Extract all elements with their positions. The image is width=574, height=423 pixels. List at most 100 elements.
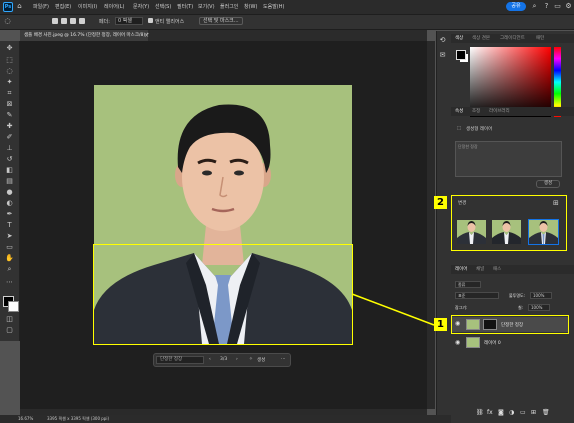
healing-brush-tool-icon[interactable]: ✚	[5, 122, 14, 131]
photoshop-logo: Ps	[3, 2, 13, 12]
tab-patterns[interactable]: 패턴	[536, 34, 544, 43]
feather-input[interactable]: 0 픽셀	[115, 17, 143, 25]
subtract-selection-icon[interactable]	[70, 18, 76, 24]
add-selection-icon[interactable]	[61, 18, 67, 24]
select-and-mask-button[interactable]: 선택 및 마스크...	[199, 17, 243, 25]
menu-edit[interactable]: 편집(E)	[55, 3, 71, 10]
lock-label: 잠그기:	[455, 305, 468, 310]
lasso-tool-icon[interactable]: ◌	[5, 67, 14, 76]
annotation-connector-line	[351, 293, 435, 326]
history-brush-tool-icon[interactable]: ↺	[5, 155, 14, 164]
search-icon[interactable]: ⌕	[531, 3, 538, 10]
tab-swatches[interactable]: 색상 견본	[472, 34, 490, 43]
background-color-swatch[interactable]	[8, 301, 19, 312]
more-tools-icon[interactable]: ⋯	[5, 278, 14, 287]
help-icon[interactable]: ?	[543, 3, 550, 10]
layer-name[interactable]: 레이어 0	[484, 340, 501, 346]
hand-tool-icon[interactable]: ✋	[5, 254, 14, 263]
clone-stamp-tool-icon[interactable]: ⊥	[5, 144, 14, 153]
menu-type[interactable]: 문자(Y)	[133, 3, 149, 10]
brush-tool-icon[interactable]: ✐	[5, 133, 14, 142]
menu-window[interactable]: 창(W)	[244, 3, 257, 10]
variation-page-indicator: 3/3	[220, 357, 228, 362]
document-info[interactable]: 3395 픽셀 x 3395 픽셀 (300 ppi)	[47, 415, 109, 423]
zoom-level[interactable]: 16.67%	[18, 415, 33, 423]
settings-icon[interactable]: ⚙	[565, 3, 572, 10]
object-select-tool-icon[interactable]: ✦	[5, 78, 14, 87]
document-tab[interactable]: 샘플 배경 사진.jpeg @ 16.7% (단정한 정장, 레이어 마스크/8…	[20, 30, 149, 41]
blend-mode-select[interactable]: 표준	[455, 292, 499, 299]
eyedropper-tool-icon[interactable]: ✎	[5, 111, 14, 120]
tab-adjustments[interactable]: 조정	[472, 107, 480, 116]
layers-panel-tabs	[451, 265, 574, 274]
vertical-scrollbar[interactable]	[427, 41, 435, 409]
menu-layer[interactable]: 레이어(L)	[104, 3, 125, 10]
screen-mode-icon[interactable]: ▢	[5, 326, 14, 335]
layer-type-label: 생성형 레이어	[466, 127, 493, 132]
intersect-selection-icon[interactable]	[79, 18, 85, 24]
add-mask-icon[interactable]: ◙	[498, 409, 504, 416]
share-button[interactable]: 공유	[506, 2, 526, 11]
pen-tool-icon[interactable]: ✒	[5, 210, 14, 219]
contextual-prompt-input[interactable]: 단정한 정장	[156, 356, 204, 364]
delete-layer-icon[interactable]: 🗑	[542, 409, 550, 416]
properties-generate-button[interactable]: 생성	[536, 180, 560, 188]
tab-paths[interactable]: 패스	[493, 265, 501, 274]
comments-panel-icon[interactable]: ✉	[439, 52, 446, 59]
menu-file[interactable]: 파일(F)	[33, 3, 49, 10]
home-icon[interactable]: ⌂	[16, 3, 23, 10]
quick-mask-icon[interactable]: ◫	[5, 315, 14, 324]
type-tool-icon[interactable]: T	[5, 221, 14, 230]
zoom-tool-icon[interactable]: ⌕	[5, 265, 14, 274]
more-options-icon[interactable]: ⋯	[281, 357, 286, 362]
tab-properties[interactable]: 속성	[455, 107, 463, 116]
menu-plugins[interactable]: 플러그인	[220, 3, 238, 10]
next-variation-icon[interactable]: ›	[236, 357, 238, 362]
menu-filter[interactable]: 필터(T)	[177, 3, 193, 10]
antialias-checkbox[interactable]	[148, 18, 153, 23]
rectangle-tool-icon[interactable]: ▭	[5, 243, 14, 252]
new-group-icon[interactable]: ▭	[520, 409, 526, 416]
blur-tool-icon[interactable]: ●	[5, 188, 14, 197]
opacity-label: 불투명도:	[509, 293, 526, 298]
workspace-icon[interactable]: ▭	[554, 3, 561, 10]
opacity-input[interactable]: 100%	[530, 292, 552, 299]
new-layer-icon[interactable]: ⊞	[531, 409, 536, 416]
link-layers-icon[interactable]: ⛓	[476, 409, 484, 416]
fill-input[interactable]: 100%	[528, 304, 550, 311]
menu-view[interactable]: 보기(V)	[198, 3, 215, 10]
tab-color[interactable]: 색상	[455, 34, 463, 43]
adjustment-layer-icon[interactable]: ◑	[509, 409, 514, 416]
antialias-label: 앤티 앨리어스	[155, 19, 185, 25]
tab-channels[interactable]: 채널	[476, 265, 484, 274]
menu-image[interactable]: 이미지(I)	[78, 3, 97, 10]
annotation-badge-2: 2	[434, 196, 447, 209]
gradient-tool-icon[interactable]: ▤	[5, 177, 14, 186]
frame-tool-icon[interactable]: ⊠	[5, 100, 14, 109]
layer-style-icon[interactable]: fx	[487, 409, 493, 416]
tab-libraries[interactable]: 라이브러리	[489, 107, 510, 116]
crop-tool-icon[interactable]: ⌗	[5, 89, 14, 98]
marquee-tool-icon[interactable]: ⬚	[5, 56, 14, 65]
lasso-tool-icon[interactable]: ◌	[4, 18, 11, 25]
tab-layers[interactable]: 레이어	[455, 265, 467, 274]
visibility-eye-icon[interactable]: ◉	[455, 339, 460, 346]
generate-icon[interactable]: ✧	[249, 357, 253, 362]
eraser-tool-icon[interactable]: ◧	[5, 166, 14, 175]
previous-variation-icon[interactable]: ‹	[209, 357, 211, 362]
tab-gradients[interactable]: 그레이디언트	[500, 34, 525, 43]
close-tab-icon[interactable]: ×	[144, 30, 149, 41]
new-selection-icon[interactable]	[52, 18, 58, 24]
menu-help[interactable]: 도움말(H)	[263, 3, 284, 10]
options-bar	[0, 14, 574, 30]
move-tool-icon[interactable]: ✥	[5, 44, 14, 53]
dodge-tool-icon[interactable]: ◐	[5, 199, 14, 208]
menu-select[interactable]: 선택(S)	[155, 3, 171, 10]
prompt-text: 단정한 정장	[458, 144, 478, 149]
panel-foreground-swatch[interactable]	[456, 50, 466, 60]
contextual-generate-button[interactable]: 생성	[257, 357, 265, 363]
path-select-tool-icon[interactable]: ➤	[5, 232, 14, 241]
highlight-variations-panel	[451, 195, 567, 251]
history-panel-icon[interactable]: ⟲	[439, 37, 446, 44]
layer-filter-select[interactable]: 종류	[455, 281, 481, 288]
